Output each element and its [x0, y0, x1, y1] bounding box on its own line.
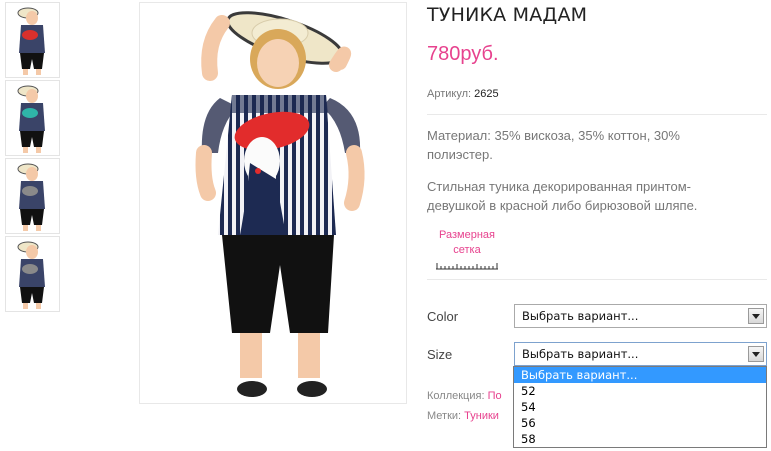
- collection-link[interactable]: По: [488, 390, 502, 402]
- product-material: Материал: 35% вискоза, 35% коттон, 30% п…: [427, 128, 680, 162]
- color-label: Color: [427, 309, 459, 324]
- model-illustration: [195, 11, 365, 397]
- tags-link[interactable]: Туники: [464, 410, 499, 422]
- product-price: 780руб.: [427, 43, 499, 65]
- sku-line: Артикул: 2625: [427, 88, 499, 100]
- size-select-value: Выбрать вариант...: [522, 347, 639, 361]
- divider: [427, 279, 767, 280]
- collection-line: Коллекция: По: [427, 390, 502, 402]
- chevron-down-icon[interactable]: [748, 346, 764, 362]
- sku-value: 2625: [474, 88, 499, 100]
- thumbnail-4[interactable]: [5, 236, 60, 312]
- color-select-value: Выбрать вариант...: [522, 309, 639, 323]
- thumbnail-3[interactable]: [5, 158, 60, 234]
- size-option[interactable]: 58: [514, 431, 766, 447]
- thumbnail-2[interactable]: [5, 80, 60, 156]
- size-chart-label: Размерная сетка: [439, 229, 495, 256]
- size-option[interactable]: 56: [514, 415, 766, 431]
- size-dropdown-list: Выбрать вариант... 52 54 56 58: [513, 366, 767, 448]
- product-description: Стильная туника декорированная принтом-д…: [427, 179, 698, 213]
- size-select[interactable]: Выбрать вариант...: [514, 342, 767, 366]
- main-product-photo[interactable]: [139, 2, 407, 404]
- ruler-icon: [436, 263, 498, 270]
- color-select[interactable]: Выбрать вариант...: [514, 304, 767, 328]
- tags-line: Метки: Туники: [427, 410, 499, 422]
- size-chart-link[interactable]: Размерная сетка: [434, 228, 500, 270]
- thumbnail-1[interactable]: [5, 2, 60, 78]
- divider: [427, 114, 767, 115]
- collection-label: Коллекция:: [427, 390, 485, 402]
- tags-label: Метки:: [427, 410, 462, 422]
- sku-label: Артикул:: [427, 88, 472, 100]
- size-option[interactable]: 52: [514, 383, 766, 399]
- size-option[interactable]: Выбрать вариант...: [514, 367, 766, 383]
- size-label: Size: [427, 347, 453, 362]
- size-option[interactable]: 54: [514, 399, 766, 415]
- product-title: ТУНИКА МАДАМ: [427, 4, 588, 26]
- chevron-down-icon[interactable]: [748, 308, 764, 324]
